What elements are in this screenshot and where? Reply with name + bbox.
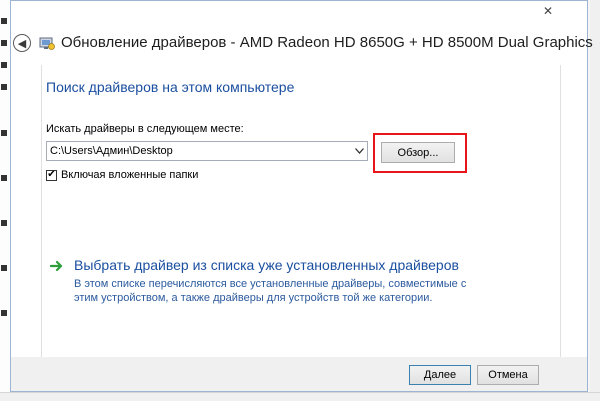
device-wizard-icon — [39, 37, 55, 50]
cancel-button[interactable]: Отмена — [477, 365, 539, 385]
green-right-arrow-icon — [50, 260, 63, 272]
checkmark-icon: ✔ — [47, 169, 56, 180]
search-location-label: Искать драйверы в следующем месте: — [46, 123, 244, 135]
search-path-combobox[interactable] — [46, 141, 368, 161]
checkbox-box[interactable]: ✔ — [46, 169, 57, 181]
next-button[interactable]: Далее — [409, 365, 471, 385]
search-path-input[interactable] — [47, 142, 351, 160]
include-subfolders-label: Включая вложенные папки — [61, 169, 199, 181]
wizard-content: Поиск драйверов на этом компьютере Искат… — [41, 65, 561, 357]
browse-button[interactable]: Обзор... — [381, 142, 455, 163]
back-button[interactable]: ◀ — [13, 34, 31, 52]
wizard-header: ◀ Обновление драйверов - AMD Radeon HD 8… — [11, 31, 593, 65]
pick-from-list-description: В этом списке перечисляются все установл… — [74, 278, 467, 304]
back-arrow-icon: ◀ — [17, 37, 27, 50]
pick-from-list-title[interactable]: Выбрать драйвер из списка уже установлен… — [74, 257, 459, 273]
title-bar: ✕ — [11, 1, 587, 31]
chevron-down-icon — [354, 148, 364, 154]
close-icon: ✕ — [542, 4, 554, 18]
page-heading: Поиск драйверов на этом компьютере — [46, 79, 295, 95]
driver-update-dialog: ✕ ◀ Обновление драйверов - AMD Radeon HD… — [10, 0, 593, 392]
dialog-footer: Далее Отмена — [11, 357, 587, 391]
dialog-title: Обновление драйверов - AMD Radeon HD 865… — [61, 34, 593, 51]
background-right-edge — [590, 0, 600, 400]
include-subfolders-checkbox[interactable]: ✔ Включая вложенные папки — [46, 169, 198, 181]
close-button[interactable]: ✕ — [525, 1, 571, 21]
combo-dropdown-button[interactable] — [351, 142, 367, 160]
